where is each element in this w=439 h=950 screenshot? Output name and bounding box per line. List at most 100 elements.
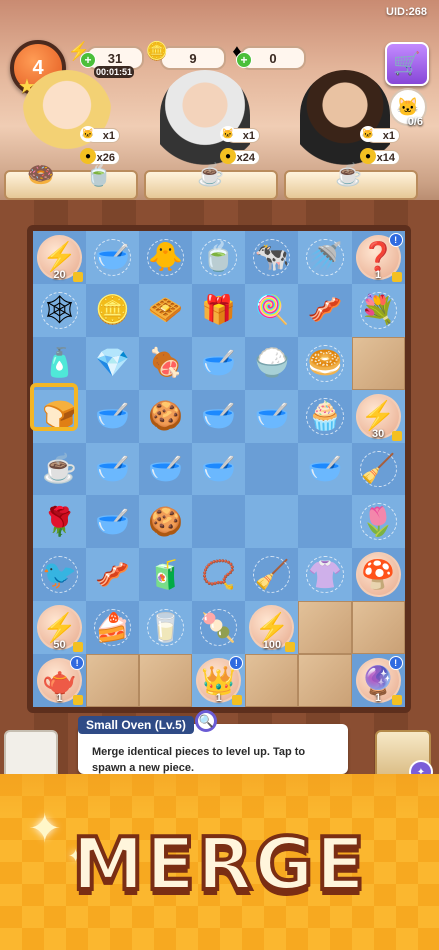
merge-board: ⚡ 20 🥣 🐥 🍵 🐄 🚿 ❓ 1! 🕸 🪙 🧇 🎁 🍭 🥓 💐 🧴 💎 🍖 🥣 🍚 🥯 🍞 🥣 🍪 🥣 🥣 🧁 ⚡ 30 ☕ 🥣 🥣 🥣 🥣 🧹 🌹… (27, 225, 411, 713)
board-tile[interactable]: ⚡ 30 (351, 389, 405, 443)
order-shelf-1[interactable] (4, 170, 138, 200)
board-tile[interactable]: 🧁 (298, 389, 352, 443)
locked-box-tile[interactable] (139, 654, 193, 708)
locked-box-tile[interactable] (351, 601, 405, 655)
board-tile[interactable]: 🍰 (86, 601, 140, 655)
board-tile[interactable]: 💎 (86, 336, 140, 390)
locked-box-tile[interactable] (245, 654, 299, 708)
board-tile[interactable]: 🥣 (245, 389, 299, 443)
board-tile[interactable]: 🐥 (139, 231, 193, 284)
board-tile[interactable]: ❓ 1! (351, 231, 405, 284)
cobweb-overlay (306, 397, 344, 435)
merge-item-icon: 📿 (201, 558, 237, 590)
board-tile[interactable]: 🥣 (192, 389, 246, 443)
plus-icon: + (84, 53, 92, 67)
board-tile[interactable]: 🌷 (351, 495, 405, 549)
energy-timer: 00:01:51 (94, 66, 134, 78)
merge-item-icon: 🥣 (95, 453, 131, 484)
board-tile[interactable]: 🕸 (33, 283, 87, 337)
board-tile[interactable]: 🎁 (192, 283, 246, 337)
board-tile[interactable]: 🧇 (139, 283, 193, 337)
board-tile[interactable]: 🥣 (86, 231, 140, 284)
board-tile[interactable]: 🍪 (139, 495, 193, 549)
board-tile[interactable]: 🐄 (245, 231, 299, 284)
board-tile[interactable]: 🧹 (245, 548, 299, 602)
user-id: UID:268 (386, 6, 427, 18)
locked-box-tile[interactable] (298, 654, 352, 708)
board-tile[interactable]: 🥣 (298, 442, 352, 496)
board-tile[interactable]: 🚿 (298, 231, 352, 284)
coin-value: 9 (189, 50, 197, 66)
board-tile[interactable]: 🥓 (298, 283, 352, 337)
merge-item-icon: 🍭 (254, 294, 290, 326)
board-tile[interactable]: 👑 1! (192, 654, 246, 708)
board-tile[interactable]: 🧴 (33, 336, 87, 390)
board-tile[interactable]: 🍵 (192, 231, 246, 284)
board-tile[interactable]: 💐 (351, 283, 405, 337)
lock-icon (73, 642, 84, 653)
board-tile[interactable]: ☕ (33, 442, 87, 496)
cat-icon: 🐱 (396, 96, 420, 117)
merge-item-icon: 💎 (95, 347, 131, 379)
board-tile[interactable]: 🥯 (298, 336, 352, 390)
board-tile[interactable]: 🧃 (139, 548, 193, 602)
merge-item-icon: 🥓 (307, 294, 343, 326)
board-tile[interactable]: 📿 (192, 548, 246, 602)
locked-box-tile[interactable] (298, 601, 352, 655)
board-tile[interactable] (192, 495, 246, 549)
board-tile[interactable]: 🍚 (245, 336, 299, 390)
board-tile[interactable] (245, 442, 299, 496)
add-energy-button[interactable]: + (80, 52, 96, 68)
cobweb-overlay (94, 609, 132, 647)
board-tile[interactable]: 🥣 (139, 442, 193, 496)
board-tile[interactable]: 🥣 (86, 389, 140, 443)
board-tile[interactable]: 🥓 (86, 548, 140, 602)
board-tile[interactable]: 🥣 (86, 442, 140, 496)
board-tile[interactable]: 🪙 (86, 283, 140, 337)
merge-item-icon: 🔮 (360, 664, 396, 696)
merge-item-icon: 🎁 (201, 294, 237, 326)
board-tile[interactable]: 🧹 (351, 442, 405, 496)
shop-cart-button[interactable]: 🛒 (385, 42, 429, 86)
lock-icon (285, 642, 296, 653)
magnify-icon[interactable]: 🔍 (195, 710, 217, 732)
board-tile[interactable]: 🔮 1! (351, 654, 405, 708)
board-tile[interactable]: 🌹 (33, 495, 87, 549)
board-tile[interactable]: 🥣 (86, 495, 140, 549)
energy-value: 31 (107, 50, 123, 66)
board-tile[interactable]: 🍪 (139, 389, 193, 443)
merge-item-icon: ⚡ (254, 611, 290, 643)
add-gems-button[interactable]: + (236, 52, 252, 68)
gem-value: 0 (269, 50, 277, 66)
locked-box-tile[interactable] (86, 654, 140, 708)
lock-icon (73, 271, 84, 282)
board-tile[interactable]: ⚡ 100 (245, 601, 299, 655)
merge-item-icon: 🥓 (95, 558, 131, 590)
tea-order-icon: 🍵 (85, 162, 113, 187)
board-tile[interactable]: 🍭 (245, 283, 299, 337)
board-tile[interactable]: 👚 (298, 548, 352, 602)
board-tile[interactable] (298, 495, 352, 549)
lock-icon (391, 271, 402, 282)
board-tile[interactable]: 🥣 (192, 442, 246, 496)
board-tile[interactable]: ⚡ 50 (33, 601, 87, 655)
board-tile[interactable]: 🥛 (139, 601, 193, 655)
board-tile[interactable]: ⚡ 20 (33, 231, 87, 284)
merge-item-icon: 🌹 (42, 505, 77, 537)
board-tile[interactable] (245, 495, 299, 549)
merge-item-icon: 🍞 (42, 400, 77, 432)
board-tile[interactable]: 🍄 (351, 548, 405, 602)
alert-icon: ! (388, 656, 403, 671)
board-tile[interactable]: 🥣 (192, 336, 246, 390)
merge-item-icon: 🥣 (95, 505, 131, 537)
locked-box-tile[interactable] (351, 336, 405, 390)
board-tile[interactable]: 🍡 (192, 601, 246, 655)
coffee-order-icon: ☕ (335, 162, 363, 187)
merge-item-icon: 🍪 (148, 505, 184, 537)
board-tile[interactable]: 🍞 (33, 389, 87, 443)
merge-item-icon: 🥣 (307, 453, 343, 484)
board-tile[interactable]: 🫖 1! (33, 654, 87, 708)
alert-icon: ! (70, 656, 85, 671)
board-tile[interactable]: 🍖 (139, 336, 193, 390)
board-tile[interactable]: 🐦 (33, 548, 87, 602)
